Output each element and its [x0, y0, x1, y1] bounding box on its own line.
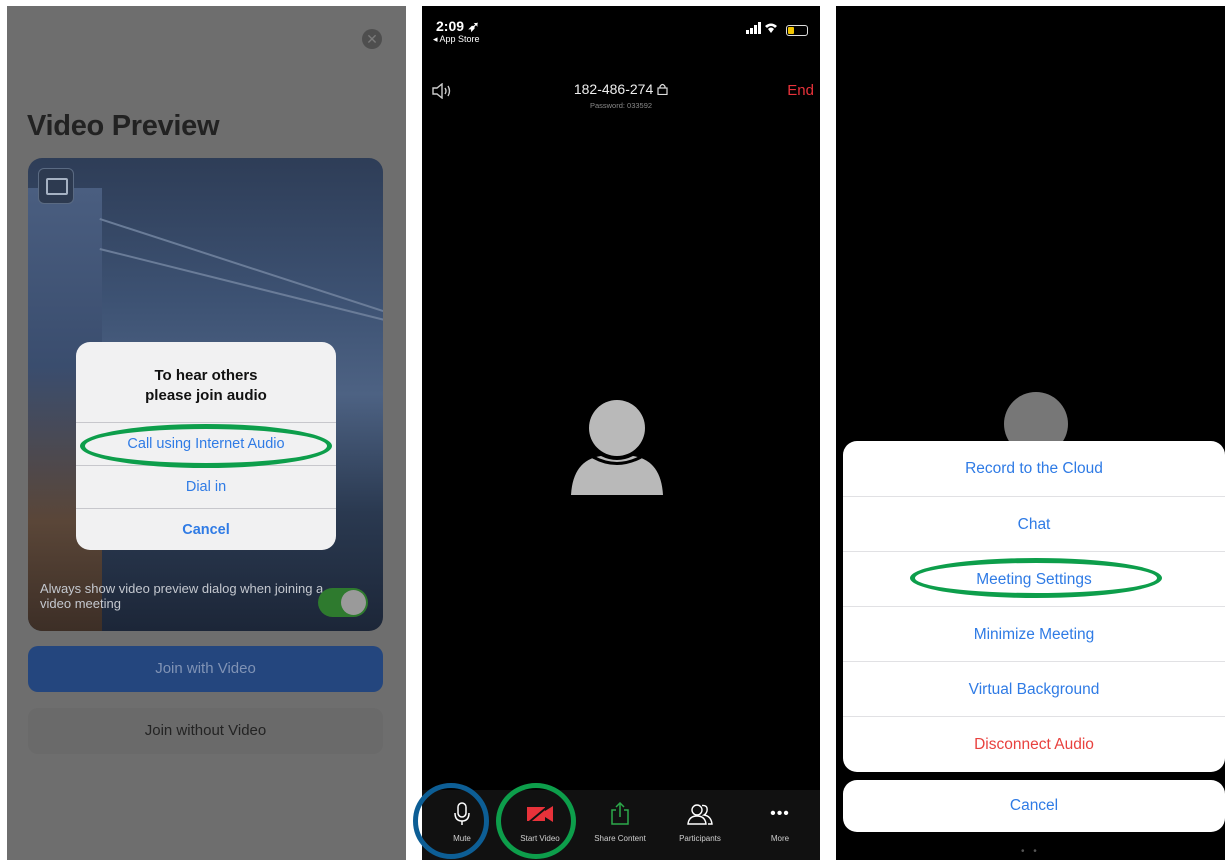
toggle-knob [341, 590, 366, 615]
dialog-title-line-1: To hear others [154, 367, 258, 384]
record-to-cloud-item[interactable]: Record to the Cloud [843, 441, 1225, 496]
battery-icon [786, 25, 808, 36]
meeting-screen: 2:09 ➶ ◂ App Store 182-486-274 Password:… [422, 6, 820, 860]
highlight-ring-meeting-settings [910, 558, 1162, 598]
participants-icon [660, 802, 740, 826]
share-icon [580, 801, 660, 826]
end-meeting-button[interactable]: End [787, 82, 814, 99]
more-actions-sheet: Record to the Cloud Chat Meeting Setting… [843, 441, 1225, 772]
dialog-cancel-button[interactable]: Cancel [76, 508, 336, 550]
close-icon[interactable]: ✕ [362, 29, 382, 49]
join-with-video-button[interactable]: Join with Video [28, 646, 383, 692]
video-preview-screen: ✕ Video Preview Always show video previe… [7, 6, 406, 860]
menu-cancel-button[interactable]: Cancel [843, 780, 1225, 832]
more-button[interactable]: ••• More [740, 790, 820, 860]
dialog-title-line-2: please join audio [145, 387, 267, 404]
meeting-id[interactable]: 182-486-274 [422, 81, 820, 97]
image-icon[interactable] [38, 168, 74, 204]
virtual-background-item[interactable]: Virtual Background [843, 661, 1225, 717]
always-show-preview-label: Always show video preview dialog when jo… [40, 581, 324, 611]
join-without-video-button[interactable]: Join without Video [28, 708, 383, 754]
preview-image-cable [99, 248, 383, 323]
meeting-password: Password: 033592 [589, 101, 653, 110]
page-title: Video Preview [27, 110, 220, 142]
highlight-ring-internet-audio [80, 424, 332, 468]
more-icon: ••• [770, 805, 790, 822]
more-label: More [770, 834, 790, 843]
share-content-label: Share Content [594, 834, 646, 843]
video-stage [422, 116, 820, 790]
chat-item[interactable]: Chat [843, 496, 1225, 552]
highlight-ring-mute [413, 783, 489, 859]
disconnect-audio-item[interactable]: Disconnect Audio [843, 716, 1225, 772]
always-show-preview-toggle[interactable] [318, 588, 368, 617]
share-content-button[interactable]: Share Content [580, 790, 660, 860]
more-menu-screen: Record to the Cloud Chat Meeting Setting… [836, 6, 1225, 860]
meeting-id-text: 182-486-274 [573, 81, 654, 97]
dialog-title: To hear others please join audio [76, 366, 336, 406]
participants-label: Participants [679, 834, 721, 843]
avatar [569, 398, 665, 501]
dial-in-button[interactable]: Dial in [76, 465, 336, 508]
minimize-meeting-item[interactable]: Minimize Meeting [843, 606, 1225, 662]
lock-icon [657, 81, 668, 97]
page-indicator: • • [1021, 846, 1040, 857]
highlight-ring-start-video [496, 783, 576, 859]
status-time: 2:09 ➶ [436, 18, 480, 34]
participants-button[interactable]: Participants [660, 790, 740, 860]
preview-image-cable [99, 218, 383, 313]
back-to-app-store-link[interactable]: ◂ App Store [433, 34, 480, 45]
cellular-wifi-icon [746, 22, 780, 37]
